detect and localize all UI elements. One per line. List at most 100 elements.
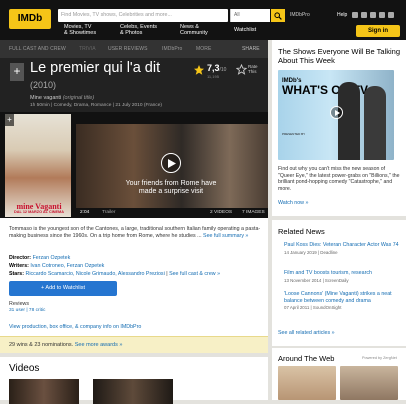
rate-this-star-icon[interactable] [236, 64, 247, 75]
title-meta: 1h 50min | Comedy, Drama, Romance | 21 J… [30, 103, 162, 108]
video-thumbnail[interactable] [93, 379, 173, 404]
instagram-icon[interactable] [361, 12, 367, 18]
search-input[interactable]: Find Movies, TV shows, Celebrities and m… [58, 9, 228, 22]
movie-poster[interactable]: + mine Vaganti DAL 12 MARZO AL CINEMA [5, 114, 71, 217]
video-thumbnail[interactable] [9, 379, 79, 404]
stars-label: Stars: [9, 271, 25, 277]
see-more-awards-link[interactable]: See more awards » [75, 342, 123, 348]
promo-title[interactable]: The Shows Everyone Will Be Talking About… [278, 47, 402, 65]
sign-in-button[interactable]: Sign in [356, 25, 400, 37]
video-footer: 2:04 Trailer 2 VIDEOS 7 IMAGES [76, 208, 268, 218]
youtube-icon[interactable] [388, 12, 394, 18]
nav-label: Community [180, 30, 208, 36]
social-links [352, 12, 394, 18]
poster-add-icon[interactable]: + [5, 114, 14, 126]
news-item: 'Loose Cannons' (Mine Vaganti) strikes a… [284, 291, 402, 310]
writers-row: Writers: Ivan Cotroneo, Ferzan Ozpetek [9, 263, 104, 269]
images-count-link[interactable]: 7 IMAGES [242, 210, 265, 215]
zergnet-credit: Powered by ZergNet [362, 356, 397, 360]
see-full-summary-link[interactable]: See full summary » [203, 233, 248, 239]
add-to-watchlist-button[interactable]: + Add to Watchlist [9, 281, 117, 296]
news-item: Paul Koss Dies: Veteran Character Actor … [284, 242, 402, 255]
subnav-trivia[interactable]: TRIVIA [79, 46, 96, 52]
promo-play-button[interactable] [330, 106, 343, 119]
reviews-label: Reviews [9, 301, 30, 307]
director-label: Director: [9, 255, 32, 261]
play-icon [335, 110, 340, 116]
news-meta: 13 November 2014 | ScreenDaily [284, 277, 349, 283]
nav-news-community[interactable]: News & Community [180, 24, 208, 36]
nav-celebs[interactable]: Celebs, Events & Photos [120, 24, 157, 36]
subnav-user-reviews[interactable]: USER REVIEWS [108, 46, 148, 52]
nav-movies-tv[interactable]: Movies, TV & Showtimes [64, 24, 96, 36]
subnav-more[interactable]: MORE [196, 46, 211, 52]
nav-label: & Photos [120, 30, 143, 36]
promo-video-image[interactable]: IMDb's WHAT'S ON TV PRESENTED BY [278, 70, 394, 160]
promo-image-presented-by: PRESENTED BY [282, 132, 306, 136]
search-category-select[interactable]: All [230, 9, 270, 22]
rating-count[interactable]: 11,195 [207, 74, 219, 79]
videos-heading: Videos [9, 363, 40, 374]
imdb-logo[interactable]: IMDb [9, 9, 51, 29]
news-headline[interactable]: 'Loose Cannons' (Mine Vaganti) strikes a… [284, 291, 402, 304]
title-year[interactable]: (2010) [30, 80, 56, 90]
writers-link[interactable]: Ivan Cotroneo, Ferzan Ozpetek [30, 263, 104, 269]
subnav-share[interactable]: SHARE [242, 46, 260, 52]
promo-person [338, 82, 360, 160]
page-title: Le premier qui l'a dit (2010) [30, 60, 190, 93]
play-icon [168, 158, 176, 168]
nav-label: & Showtimes [64, 30, 97, 36]
watch-now-link[interactable]: Watch now » [278, 200, 308, 206]
news-item: Film and TV boosts tourism, research 13 … [284, 270, 402, 283]
around-web-thumbnail[interactable] [340, 366, 398, 400]
original-title-note: (original title) [62, 95, 95, 101]
imdbpro-link[interactable]: IMDbPro [290, 12, 310, 18]
news-meta: 14 January 2019 | Deadline [284, 249, 338, 255]
videos-section: Videos [0, 353, 268, 404]
title-text: Le premier qui l'a dit [30, 60, 161, 76]
rating-value: 7,3/10 [207, 63, 226, 73]
videos-count-link[interactable]: 2 VIDEOS [210, 210, 232, 215]
director-row: Director: Ferzan Ozpetek [9, 255, 70, 261]
title-details: Tommaso is the youngest son of the Canto… [0, 218, 268, 336]
whats-on-tv-promo: The Shows Everyone Will Be Talking About… [272, 40, 406, 216]
director-link[interactable]: Ferzan Ozpetek [33, 255, 71, 261]
right-sidebar: The Shows Everyone Will Be Talking About… [272, 40, 406, 400]
title-block: + Le premier qui l'a dit (2010) Mine vag… [0, 58, 268, 112]
trailer-video[interactable]: Your friends from Rome have made a surpr… [76, 124, 268, 216]
promo-description: Find out why you can't miss the new seas… [278, 166, 400, 192]
plot-summary: Tommaso is the youngest son of the Canto… [9, 226, 263, 240]
news-headline[interactable]: Film and TV boosts tourism, research [284, 270, 402, 277]
poster-date: DAL 12 MARZO AL CINEMA [14, 210, 64, 214]
twitter-icon[interactable] [379, 12, 385, 18]
video-caption: Your friends from Rome have made a surpr… [125, 180, 217, 195]
search-button[interactable] [271, 9, 285, 22]
see-all-related-articles-link[interactable]: See all related articles » [278, 330, 335, 336]
imdbpro-info-link[interactable]: View production, box office, & company i… [9, 324, 141, 330]
awards-count: 29 wins & 23 nominations. [9, 342, 74, 348]
around-the-web: Around The Web Powered by ZergNet [272, 348, 406, 400]
twitch-icon[interactable] [370, 12, 376, 18]
around-web-thumbnail[interactable] [278, 366, 336, 400]
title-subnav: FULL CAST AND CREW TRIVIA USER REVIEWS I… [0, 40, 268, 58]
rating-number: 7,3 [207, 63, 220, 73]
facebook-icon[interactable] [352, 12, 358, 18]
subnav-imdbpro[interactable]: IMDbPro [162, 46, 182, 52]
stars-link[interactable]: Riccardo Scamarcio, Nicole Grimaudo, Ale… [26, 271, 165, 277]
news-headline[interactable]: Paul Koss Dies: Veteran Character Actor … [284, 242, 402, 249]
news-meta: 07 April 2011 | SoundOnSight [284, 305, 342, 310]
add-to-watchlist-ribbon[interactable]: + [10, 63, 24, 81]
video-type: Trailer [102, 210, 116, 215]
original-title-text: Mine vaganti [30, 95, 62, 101]
watchlist-link[interactable]: Watchlist [234, 27, 256, 33]
play-button[interactable] [161, 153, 181, 173]
full-cast-link[interactable]: See full cast & crew » [169, 271, 220, 277]
rating-star-icon [194, 65, 204, 75]
reviews-counts-link[interactable]: 31 user | 78 critic [9, 308, 45, 313]
subnav-full-cast[interactable]: FULL CAST AND CREW [9, 46, 66, 52]
help-link[interactable]: Help [337, 12, 347, 18]
promo-person [364, 86, 386, 160]
top-navigation-bar: IMDb Find Movies, TV shows, Celebrities … [0, 0, 406, 40]
original-title: Mine vaganti (original title) [30, 95, 94, 101]
rate-this-label[interactable]: Rate This [248, 64, 264, 74]
